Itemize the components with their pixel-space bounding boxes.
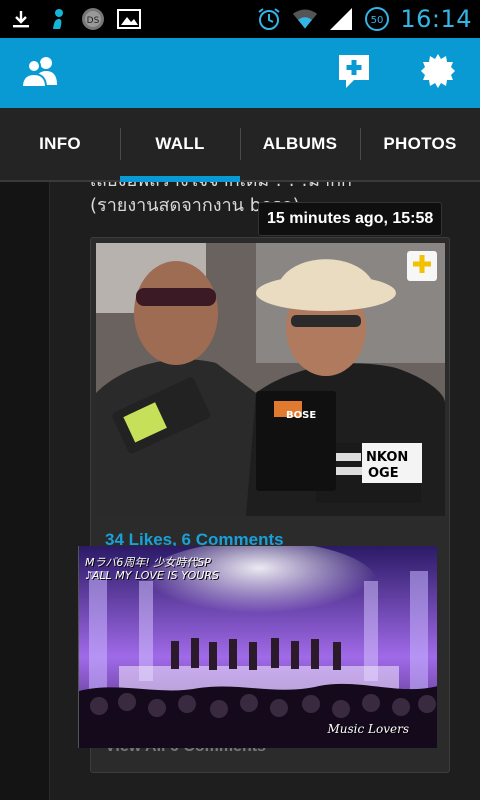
- video-caption: Mラバ6周年! 少女時代SP ♪ALL MY LOVE IS YOURS: [85, 556, 219, 582]
- clock: 16:14: [400, 5, 472, 33]
- tab-wall[interactable]: WALL: [120, 108, 240, 180]
- settings-gear-icon: [420, 53, 456, 93]
- timeline-rail: [0, 182, 50, 800]
- add-comment-button[interactable]: [330, 49, 378, 97]
- settings-button[interactable]: [414, 49, 462, 97]
- svg-text:NKON: NKON: [366, 450, 408, 465]
- svg-text:OGE: OGE: [368, 466, 399, 481]
- floating-video-overlay[interactable]: Mラバ6周年! 少女時代SP ♪ALL MY LOVE IS YOURS Mus…: [78, 546, 437, 748]
- svg-text:DS: DS: [87, 16, 100, 26]
- post-text-line: เสียงอพิสร้างใจจากเดิม ! ! !มากก: [90, 182, 460, 193]
- audio-app-icon: DS: [80, 6, 106, 32]
- tab-info[interactable]: INFO: [0, 108, 120, 180]
- add-to-album-button[interactable]: [407, 251, 437, 281]
- photo-image: BOSE NKON OGE: [96, 243, 445, 516]
- video-caption-line: Mラバ6周年! 少女時代SP: [85, 556, 211, 569]
- gallery-icon: [116, 6, 142, 32]
- contacts-icon: [20, 54, 59, 92]
- add-comment-icon: [336, 52, 372, 94]
- carrier-icon: [44, 6, 70, 32]
- plus-icon: [411, 253, 433, 279]
- download-icon: [8, 6, 34, 32]
- alarm-icon: [256, 6, 282, 32]
- wifi-icon: [292, 6, 318, 32]
- wall-feed[interactable]: เสียงอพิสร้างใจจากเดิม ! ! !มากก (รายงาน…: [0, 182, 480, 800]
- tab-bar: INFO WALL ALBUMS PHOTOS: [0, 108, 480, 182]
- contacts-button[interactable]: [16, 49, 64, 97]
- tab-albums[interactable]: ALBUMS: [240, 108, 360, 180]
- tab-photos[interactable]: PHOTOS: [360, 108, 480, 180]
- video-channel-logo: Music Lovers: [327, 722, 409, 736]
- action-bar: [0, 38, 480, 108]
- svg-text:50: 50: [371, 15, 384, 26]
- post-photo[interactable]: BOSE NKON OGE: [96, 243, 445, 516]
- timestamp-tooltip: 15 minutes ago, 15:58: [258, 202, 443, 236]
- notification-icons: DS: [0, 6, 256, 32]
- status-bar: DS 50 16:14: [0, 0, 480, 38]
- signal-icon: [328, 6, 354, 32]
- video-caption-line: ♪ALL MY LOVE IS YOURS: [85, 569, 220, 582]
- svg-text:BOSE: BOSE: [286, 410, 316, 421]
- battery-icon: 50: [364, 6, 390, 32]
- system-indicators: 50 16:14: [256, 5, 480, 33]
